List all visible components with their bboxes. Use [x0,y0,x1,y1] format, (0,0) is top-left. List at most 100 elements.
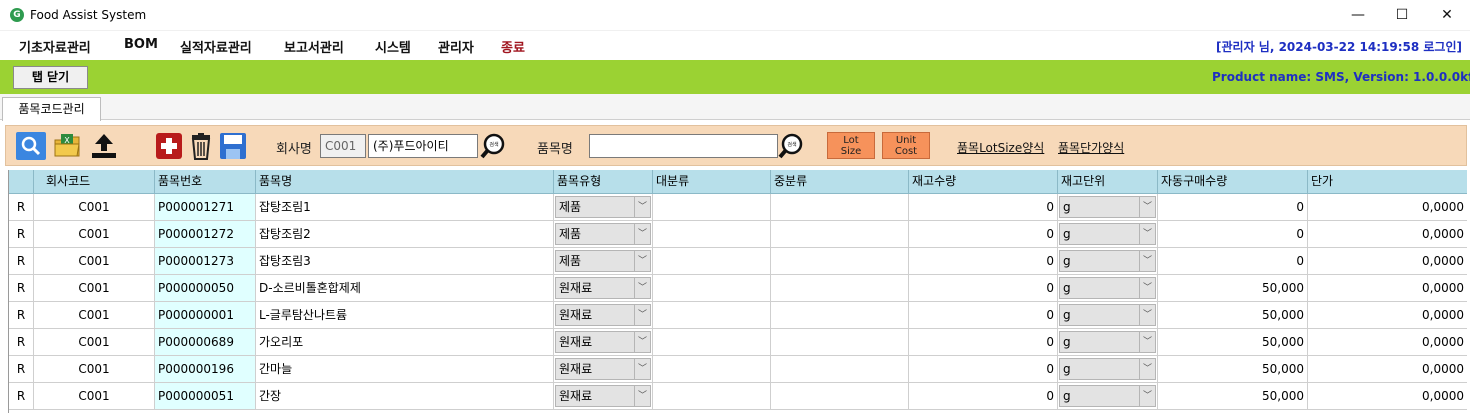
cell-item-number[interactable]: P000001271 [155,194,256,221]
stock-unit-dropdown[interactable]: g ﹀ [1059,331,1156,353]
table-row[interactable]: R C001 P000001273 잡탕조림3 제품 ﹀ 0 g ﹀ 0 0,0000 [9,248,1467,275]
open-excel-button[interactable]: X [53,132,83,160]
cell-company-code[interactable]: C001 [34,248,155,275]
upload-button[interactable] [89,132,119,160]
menu-reports[interactable]: 보고서관리 [284,37,344,56]
menu-admin[interactable]: 관리자 [438,37,474,56]
cell-major-category[interactable] [653,275,771,302]
cell-minor-category[interactable] [771,275,909,302]
table-row[interactable]: R C001 P000000051 간장 원재료 ﹀ 0 g ﹀ 50,000 0,0000 [9,383,1467,410]
cell-minor-category[interactable] [771,356,909,383]
chevron-down-icon[interactable]: ﹀ [634,332,650,352]
chevron-down-icon[interactable]: ﹀ [1139,359,1155,379]
menu-basic-data[interactable]: 기초자료관리 [19,37,91,56]
header-minor-category[interactable]: 중분류 [771,170,909,194]
header-item-number[interactable]: 품목번호 [155,170,256,194]
chevron-down-icon[interactable]: ﹀ [1139,332,1155,352]
cell-stock-unit[interactable]: g ﹀ [1058,329,1158,356]
chevron-down-icon[interactable]: ﹀ [634,386,650,406]
item-type-dropdown[interactable]: 원재료 ﹀ [555,304,651,326]
delete-button[interactable] [186,132,216,160]
cell-item-name[interactable]: 가오리포 [256,329,554,356]
cell-unit-price[interactable]: 0,0000 [1308,194,1467,221]
cell-stock-unit[interactable]: g ﹀ [1058,221,1158,248]
cell-major-category[interactable] [653,356,771,383]
chevron-down-icon[interactable]: ﹀ [1139,305,1155,325]
stock-unit-dropdown[interactable]: g ﹀ [1059,250,1156,272]
cell-stock-unit[interactable]: g ﹀ [1058,194,1158,221]
cell-stock-qty[interactable]: 0 [909,194,1058,221]
chevron-down-icon[interactable]: ﹀ [634,305,650,325]
cell-company-code[interactable]: C001 [34,275,155,302]
company-name-field[interactable]: (주)푸드아이티 [368,134,478,158]
save-button[interactable] [218,132,248,160]
price-template-link[interactable]: 품목단가양식 [1058,139,1124,156]
chevron-down-icon[interactable]: ﹀ [1139,197,1155,217]
cell-unit-price[interactable]: 0,0000 [1308,356,1467,383]
cell-major-category[interactable] [653,302,771,329]
cell-stock-unit[interactable]: g ﹀ [1058,248,1158,275]
cell-item-name[interactable]: 간마늘 [256,356,554,383]
cell-item-number[interactable]: P000001273 [155,248,256,275]
cell-auto-purchase-qty[interactable]: 0 [1158,221,1308,248]
item-type-dropdown[interactable]: 원재료 ﹀ [555,331,651,353]
cell-auto-purchase-qty[interactable]: 50,000 [1158,302,1308,329]
cell-auto-purchase-qty[interactable]: 50,000 [1158,356,1308,383]
item-name-input[interactable] [589,134,778,158]
cell-minor-category[interactable] [771,221,909,248]
cell-major-category[interactable] [653,194,771,221]
cell-item-number[interactable]: P000000196 [155,356,256,383]
cell-row-state[interactable]: R [9,275,34,302]
company-code-field[interactable]: C001 [320,134,366,158]
stock-unit-dropdown[interactable]: g ﹀ [1059,304,1156,326]
cell-row-state[interactable]: R [9,194,34,221]
cell-row-state[interactable]: R [9,383,34,410]
header-auto-purchase-qty[interactable]: 자동구매수량 [1158,170,1308,194]
cell-item-type[interactable]: 원재료 ﹀ [554,329,653,356]
cell-unit-price[interactable]: 0,0000 [1308,221,1467,248]
chevron-down-icon[interactable]: ﹀ [634,359,650,379]
cell-item-number[interactable]: P000000050 [155,275,256,302]
cell-item-name[interactable]: 잡탕조림3 [256,248,554,275]
table-row[interactable]: R C001 P000000050 D-소르비톨혼합제제 원재료 ﹀ 0 g ﹀ 50,000 0,… [9,275,1467,302]
cell-unit-price[interactable]: 0,0000 [1308,275,1467,302]
chevron-down-icon[interactable]: ﹀ [634,251,650,271]
cell-company-code[interactable]: C001 [34,329,155,356]
cell-item-name[interactable]: 간장 [256,383,554,410]
cell-item-name[interactable]: 잡탕조림2 [256,221,554,248]
item-type-dropdown[interactable]: 원재료 ﹀ [555,385,651,407]
cell-major-category[interactable] [653,329,771,356]
cell-unit-price[interactable]: 0,0000 [1308,383,1467,410]
cell-major-category[interactable] [653,248,771,275]
item-search-button[interactable]: 검색 [777,132,805,160]
menu-exit[interactable]: 종료 [501,37,525,56]
cell-minor-category[interactable] [771,248,909,275]
stock-unit-dropdown[interactable]: g ﹀ [1059,196,1156,218]
cell-minor-category[interactable] [771,383,909,410]
cell-item-number[interactable]: P000000051 [155,383,256,410]
header-stock-unit[interactable]: 재고단위 [1058,170,1158,194]
table-row[interactable]: R C001 P000001271 잡탕조림1 제품 ﹀ 0 g ﹀ 0 0,0000 [9,194,1467,221]
cell-item-type[interactable]: 제품 ﹀ [554,194,653,221]
item-type-dropdown[interactable]: 제품 ﹀ [555,250,651,272]
chevron-down-icon[interactable]: ﹀ [634,197,650,217]
chevron-down-icon[interactable]: ﹀ [634,278,650,298]
cell-auto-purchase-qty[interactable]: 0 [1158,194,1308,221]
header-major-category[interactable]: 대분류 [653,170,771,194]
cell-company-code[interactable]: C001 [34,383,155,410]
chevron-down-icon[interactable]: ﹀ [1139,224,1155,244]
cell-auto-purchase-qty[interactable]: 50,000 [1158,329,1308,356]
cell-stock-qty[interactable]: 0 [909,302,1058,329]
lot-size-button[interactable]: Lot Size [827,132,875,159]
stock-unit-dropdown[interactable]: g ﹀ [1059,385,1156,407]
cell-stock-qty[interactable]: 0 [909,248,1058,275]
cell-stock-unit[interactable]: g ﹀ [1058,275,1158,302]
tab-item-code-management[interactable]: 품목코드관리 [2,97,101,121]
chevron-down-icon[interactable]: ﹀ [1139,251,1155,271]
cell-major-category[interactable] [653,221,771,248]
table-row[interactable]: R C001 P000000001 L-글루탐산나트륨 원재료 ﹀ 0 g ﹀ 50,000 0,0… [9,302,1467,329]
cell-company-code[interactable]: C001 [34,356,155,383]
header-company-code[interactable]: 회사코드 [34,170,155,194]
cell-stock-qty[interactable]: 0 [909,383,1058,410]
cell-unit-price[interactable]: 0,0000 [1308,302,1467,329]
